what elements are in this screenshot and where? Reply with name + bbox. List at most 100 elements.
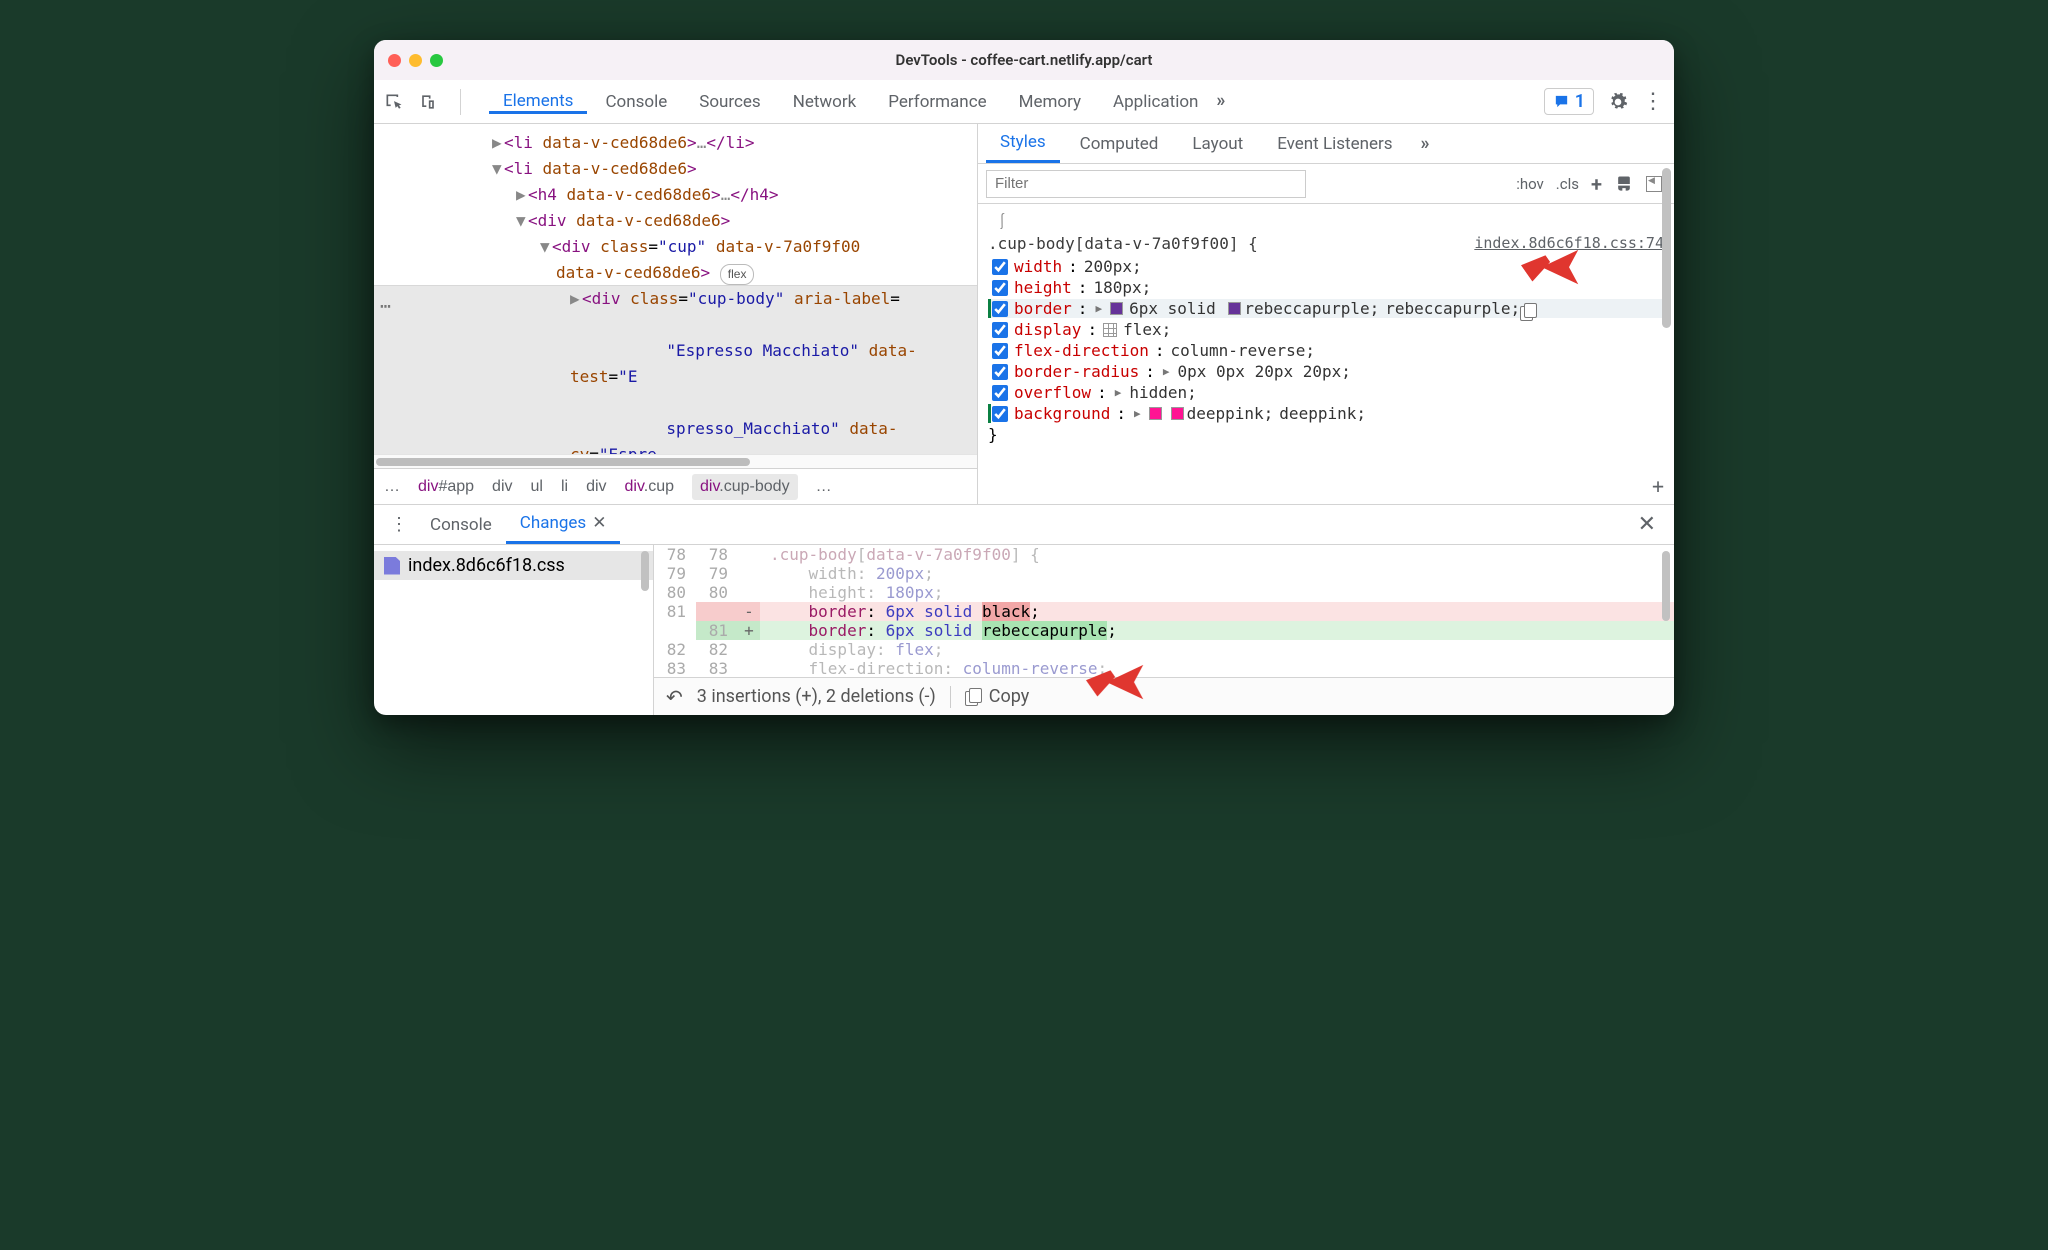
main-toolbar: Elements Console Sources Network Perform… (374, 80, 1674, 124)
drawer-tab-changes[interactable]: Changes ✕ (506, 505, 621, 544)
expand-shorthand-icon[interactable]: ▶ (1115, 386, 1122, 399)
tab-memory[interactable]: Memory (1005, 90, 1095, 113)
hov-toggle[interactable]: :hov (1516, 175, 1544, 193)
css-property[interactable]: width (1014, 257, 1062, 276)
css-declaration[interactable]: border:▶6px solid rebeccapurple;rebeccap… (988, 299, 1664, 318)
breadcrumb-more[interactable]: … (816, 478, 832, 496)
undo-button[interactable]: ↶ (666, 685, 683, 709)
vertical-scrollbar[interactable] (1662, 551, 1671, 671)
gutter-actions-icon[interactable]: ⋯ (380, 292, 391, 321)
breadcrumb-item[interactable]: div.cup (625, 478, 675, 496)
css-property[interactable]: background (1014, 404, 1110, 423)
css-property[interactable]: flex-direction (1014, 341, 1149, 360)
kebab-menu-icon[interactable]: ⋮ (1642, 89, 1664, 114)
vertical-scrollbar[interactable] (1662, 168, 1672, 498)
tab-styles[interactable]: Styles (986, 124, 1060, 163)
color-swatch-icon[interactable] (1110, 302, 1123, 315)
dom-tree[interactable]: ▶<li data-v-ced68de6>…</li> ▼<li data-v-… (374, 124, 977, 454)
css-property[interactable]: border-radius (1014, 362, 1139, 381)
divider (950, 686, 951, 708)
css-value[interactable]: flex; (1123, 320, 1171, 339)
styles-sidebar-tabs: Styles Computed Layout Event Listeners » (978, 124, 1674, 164)
css-declaration[interactable]: flex-direction:column-reverse; (988, 341, 1664, 360)
styles-filter-row: :hov .cls + (978, 164, 1674, 204)
css-property[interactable]: display (1014, 320, 1081, 339)
css-property[interactable]: border (1014, 299, 1072, 318)
breadcrumb-item[interactable]: li (561, 478, 568, 496)
more-tabs-icon[interactable]: » (1216, 90, 1225, 113)
css-declaration[interactable]: display:flex; (988, 320, 1664, 339)
paint-brush-icon[interactable] (1614, 174, 1634, 194)
inspect-element-icon[interactable] (384, 92, 404, 112)
tab-sources[interactable]: Sources (685, 90, 774, 113)
css-value[interactable]: 200px; (1084, 257, 1142, 276)
diff-status-bar: ↶ 3 insertions (+), 2 deletions (-) Copy (654, 677, 1674, 715)
copy-icon[interactable] (1520, 303, 1538, 321)
tab-elements[interactable]: Elements (489, 91, 587, 114)
horizontal-scrollbar[interactable] (374, 454, 977, 468)
breadcrumb-item[interactable]: div (492, 478, 512, 496)
dom-breadcrumbs[interactable]: … div#app div ul li div div.cup div.cup-… (374, 468, 977, 504)
css-value[interactable]: 0px 0px 20px 20px; (1178, 362, 1351, 381)
styles-filter-input[interactable] (986, 170, 1306, 198)
expand-shorthand-icon[interactable]: ▶ (1163, 365, 1170, 378)
breadcrumb-item[interactable]: ul (531, 478, 543, 496)
css-declaration[interactable]: overflow:▶hidden; (988, 383, 1664, 402)
color-swatch-icon[interactable] (1228, 302, 1241, 315)
declaration-checkbox[interactable] (992, 406, 1008, 422)
css-value[interactable]: 6px solid rebeccapurple; (1129, 299, 1379, 318)
css-property[interactable]: height (1014, 278, 1072, 297)
device-toolbar-icon[interactable] (418, 92, 438, 112)
tab-application[interactable]: Application (1099, 90, 1212, 113)
issues-button[interactable]: 1 (1544, 88, 1594, 115)
tab-event-listeners[interactable]: Event Listeners (1263, 124, 1406, 163)
changed-file-item[interactable]: index.8d6c6f18.css (374, 551, 653, 580)
tab-performance[interactable]: Performance (874, 90, 1000, 113)
css-selector[interactable]: .cup-body[data-v-7a0f9f00] { (988, 234, 1258, 253)
vertical-scrollbar[interactable] (641, 551, 650, 709)
declaration-checkbox[interactable] (992, 322, 1008, 338)
color-swatch-icon[interactable] (1149, 407, 1162, 420)
declaration-checkbox[interactable] (992, 280, 1008, 296)
tab-layout[interactable]: Layout (1178, 124, 1257, 163)
declaration-checkbox[interactable] (992, 385, 1008, 401)
close-tab-icon[interactable]: ✕ (592, 513, 606, 533)
tab-network[interactable]: Network (779, 90, 871, 113)
copy-button[interactable]: Copy (965, 686, 1030, 707)
color-swatch-icon[interactable] (1171, 407, 1184, 420)
css-value[interactable]: hidden; (1129, 383, 1196, 402)
diff-code[interactable]: 7878.cup-body[data-v-7a0f9f00] { 7979 wi… (654, 545, 1674, 677)
css-declaration[interactable]: border-radius:▶0px 0px 20px 20px; (988, 362, 1664, 381)
new-style-rule-icon[interactable]: + (1591, 172, 1602, 196)
drawer-tab-console[interactable]: Console (416, 505, 506, 544)
cls-toggle[interactable]: .cls (1556, 175, 1579, 193)
css-file-icon (384, 557, 400, 575)
flex-badge[interactable]: flex (720, 264, 755, 285)
breadcrumb-item[interactable]: div (586, 478, 606, 496)
tab-computed[interactable]: Computed (1066, 124, 1173, 163)
more-tabs-icon[interactable]: » (1421, 133, 1430, 154)
breadcrumb-item[interactable]: div#app (418, 478, 474, 496)
drawer: ⋮ Console Changes ✕ ✕ index.8d6c6f18.css… (374, 504, 1674, 715)
declaration-checkbox[interactable] (992, 364, 1008, 380)
declaration-checkbox[interactable] (992, 301, 1008, 317)
expand-shorthand-icon[interactable]: ▶ (1134, 407, 1141, 420)
drawer-kebab-icon[interactable]: ⋮ (382, 505, 416, 544)
css-value[interactable]: deeppink; (1168, 404, 1274, 423)
breadcrumb-item-active[interactable]: div.cup-body (692, 474, 798, 500)
css-declaration[interactable]: background:▶deeppink;deeppink; (988, 404, 1664, 423)
selected-dom-node[interactable]: ⋯ ▶<div class="cup-body" aria-label= "Es… (374, 285, 977, 454)
styles-pane: Styles Computed Layout Event Listeners »… (978, 124, 1674, 504)
declaration-checkbox[interactable] (992, 343, 1008, 359)
breadcrumb-more[interactable]: … (384, 478, 400, 496)
declaration-checkbox[interactable] (992, 259, 1008, 275)
gear-icon[interactable] (1608, 92, 1628, 112)
tab-console[interactable]: Console (591, 90, 681, 113)
expand-shorthand-icon[interactable]: ▶ (1095, 302, 1102, 315)
css-value[interactable]: 180px; (1093, 278, 1151, 297)
issues-icon (1553, 93, 1570, 110)
flex-editor-icon[interactable] (1103, 323, 1117, 337)
css-value[interactable]: column-reverse; (1171, 341, 1316, 360)
close-drawer-icon[interactable]: ✕ (1628, 505, 1666, 544)
css-property[interactable]: overflow (1014, 383, 1091, 402)
